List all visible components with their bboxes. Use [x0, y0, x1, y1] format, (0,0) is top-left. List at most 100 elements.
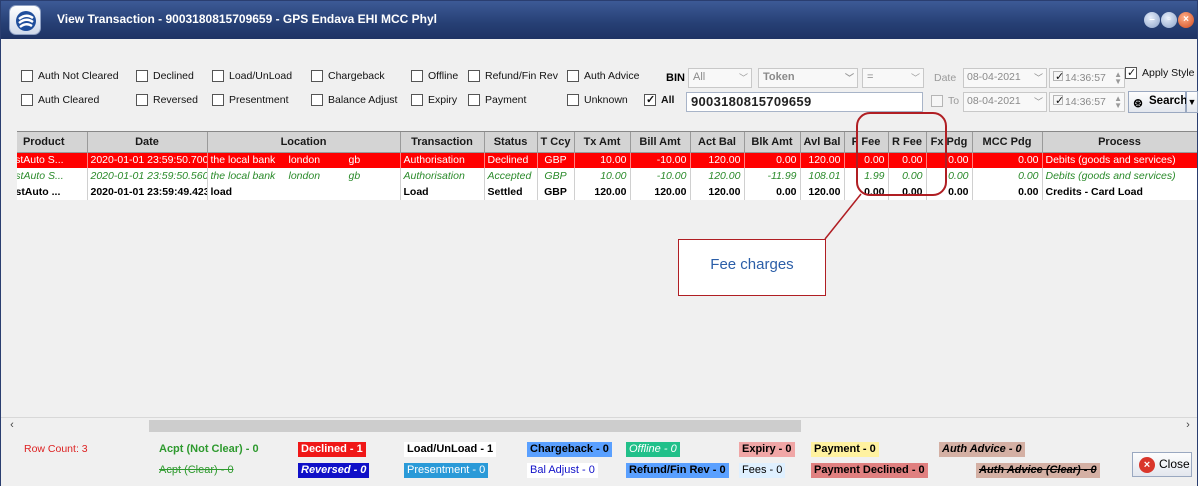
- checkbox-icon[interactable]: [567, 94, 579, 106]
- col-header-act-bal[interactable]: Act Bal: [690, 132, 745, 153]
- scroll-left-icon[interactable]: ‹: [5, 419, 19, 433]
- maximize-icon[interactable]: ▫: [1161, 12, 1177, 28]
- search-dropdown-icon[interactable]: ▼: [1186, 91, 1198, 113]
- checkbox-icon[interactable]: [21, 70, 33, 82]
- col-header-date[interactable]: Date: [87, 132, 208, 153]
- checkbox-icon[interactable]: [212, 94, 224, 106]
- close-window-icon[interactable]: ×: [1178, 12, 1194, 28]
- filter-auth-not-cleared[interactable]: Auth Not Cleared: [21, 70, 119, 82]
- app-logo-icon: [9, 5, 41, 35]
- to-date-toggle[interactable]: To: [931, 95, 959, 107]
- col-header-tx-amt[interactable]: Tx Amt: [574, 132, 631, 153]
- spin-icon[interactable]: ▲ ▼: [1114, 71, 1122, 86]
- checkbox-icon[interactable]: [567, 70, 579, 82]
- cell-tx-amt: 10.00: [574, 152, 631, 168]
- cell-mcc-pdg: 0.00: [972, 184, 1043, 200]
- col-header-t-ccy[interactable]: T Ccy: [537, 132, 575, 153]
- filter-load-unload[interactable]: Load/UnLoad: [212, 70, 292, 82]
- col-header-process[interactable]: Process: [1042, 132, 1197, 153]
- cell-product: TestAuto S...: [17, 152, 88, 168]
- legend-load-unload: Load/UnLoad - 1: [404, 442, 497, 457]
- table-row[interactable]: TestAuto S... 2020-01-01 23:59:50.560 th…: [17, 168, 1197, 184]
- fee-columns-highlight: [856, 112, 947, 196]
- col-header-mcc-pdg[interactable]: MCC Pdg: [972, 132, 1043, 153]
- checkbox-checked-icon[interactable]: [1053, 94, 1064, 107]
- filter-presentment[interactable]: Presentment: [212, 94, 289, 106]
- binoculars-icon: ⊛: [1133, 96, 1144, 110]
- scroll-right-icon[interactable]: ›: [1181, 419, 1195, 433]
- chevron-down-icon: ﹀: [738, 73, 748, 83]
- cell-blk-amt: 0.00: [744, 184, 801, 200]
- cell-ccy: GBP: [537, 184, 575, 200]
- cell-status: Settled: [484, 184, 538, 200]
- checkbox-icon[interactable]: [136, 94, 148, 106]
- legend-bal-adjust: Bal Adjust - 0: [527, 463, 598, 478]
- table-row[interactable]: TestAuto ... 2020-01-01 23:59:49.423 loa…: [17, 184, 1197, 200]
- checkbox-checked-icon[interactable]: [644, 93, 656, 106]
- bin-select[interactable]: All ﹀: [688, 68, 752, 88]
- checkbox-icon[interactable]: [212, 70, 224, 82]
- transaction-window: View Transaction - 9003180815709659 - GP…: [0, 0, 1198, 486]
- cell-tx-amt: 10.00: [574, 168, 631, 184]
- minimize-icon[interactable]: –: [1144, 12, 1160, 28]
- checkbox-icon[interactable]: [468, 94, 480, 106]
- cell-location: load: [207, 184, 401, 200]
- col-header-bill-amt[interactable]: Bill Amt: [630, 132, 691, 153]
- col-header-product[interactable]: Product: [17, 132, 88, 153]
- operator-select[interactable]: = ﹀: [862, 68, 924, 88]
- cell-product: TestAuto S...: [17, 168, 88, 184]
- to-date-picker[interactable]: 08-04-2021 ﹀: [963, 92, 1047, 112]
- checkbox-checked-icon[interactable]: [1053, 70, 1064, 83]
- to-time-picker[interactable]: 14:36:57▲▼: [1049, 92, 1125, 112]
- checkbox-icon[interactable]: [468, 70, 480, 82]
- checkbox-icon[interactable]: [411, 70, 423, 82]
- spin-icon[interactable]: ▲ ▼: [1114, 95, 1122, 110]
- apply-style-toggle[interactable]: Apply Style: [1125, 66, 1195, 79]
- checkbox-icon[interactable]: [21, 94, 33, 106]
- legend-reversed: Reversed - 0: [298, 463, 370, 478]
- col-header-location[interactable]: Location: [207, 132, 401, 153]
- cell-process: Debits (goods and services): [1042, 152, 1197, 168]
- col-header-avl-bal[interactable]: Avl Bal: [800, 132, 845, 153]
- filter-reversed[interactable]: Reversed: [136, 94, 198, 106]
- search-button[interactable]: ⊛ Search: [1128, 91, 1187, 113]
- checkbox-icon[interactable]: [311, 94, 323, 106]
- close-button[interactable]: × Close: [1132, 452, 1192, 477]
- token-select[interactable]: Token ﹀: [758, 68, 858, 88]
- filter-offline[interactable]: Offline: [411, 70, 458, 82]
- filter-refund-fin-rev[interactable]: Refund/Fin Rev: [468, 70, 558, 82]
- checkbox-icon[interactable]: [311, 70, 323, 82]
- checkbox-icon[interactable]: [411, 94, 423, 106]
- legend-offline: Offline - 0: [626, 442, 680, 457]
- scroll-thumb[interactable]: [149, 420, 801, 432]
- col-header-blk-amt[interactable]: Blk Amt: [744, 132, 801, 153]
- checkbox-icon[interactable]: [931, 95, 943, 107]
- close-circle-icon: ×: [1139, 457, 1155, 473]
- legend-fees: Fees - 0: [739, 463, 786, 478]
- filter-auth-advice[interactable]: Auth Advice: [567, 70, 639, 82]
- filter-unknown[interactable]: Unknown: [567, 94, 628, 106]
- bin-label: BIN: [666, 72, 685, 84]
- from-date-picker[interactable]: 08-04-2021 ﹀: [963, 68, 1047, 88]
- legend-declined: Declined - 1: [298, 442, 366, 457]
- filter-all[interactable]: All: [644, 93, 674, 106]
- filter-expiry[interactable]: Expiry: [411, 94, 457, 106]
- filter-declined[interactable]: Declined: [136, 70, 194, 82]
- search-value-input[interactable]: 9003180815709659: [686, 92, 923, 112]
- filter-auth-cleared[interactable]: Auth Cleared: [21, 94, 99, 106]
- filter-payment[interactable]: Payment: [468, 94, 526, 106]
- cell-transaction: Authorisation: [400, 152, 485, 168]
- horizontal-scrollbar[interactable]: ‹ ›: [1, 417, 1197, 434]
- cell-avl-bal: 108.01: [800, 168, 845, 184]
- checkbox-icon[interactable]: [136, 70, 148, 82]
- fee-charges-callout-text: Fee charges: [710, 256, 794, 273]
- from-time-picker[interactable]: 14:36:57▲▼: [1049, 68, 1125, 88]
- col-header-transaction[interactable]: Transaction: [400, 132, 485, 153]
- col-header-status[interactable]: Status: [484, 132, 538, 153]
- cell-act-bal: 120.00: [690, 168, 745, 184]
- table-row[interactable]: TestAuto S... 2020-01-01 23:59:50.700 th…: [17, 152, 1197, 168]
- filter-chargeback[interactable]: Chargeback: [311, 70, 385, 82]
- filter-balance-adjust[interactable]: Balance Adjust: [311, 94, 397, 106]
- cell-ccy: GBP: [537, 168, 575, 184]
- checkbox-checked-icon[interactable]: [1125, 66, 1137, 79]
